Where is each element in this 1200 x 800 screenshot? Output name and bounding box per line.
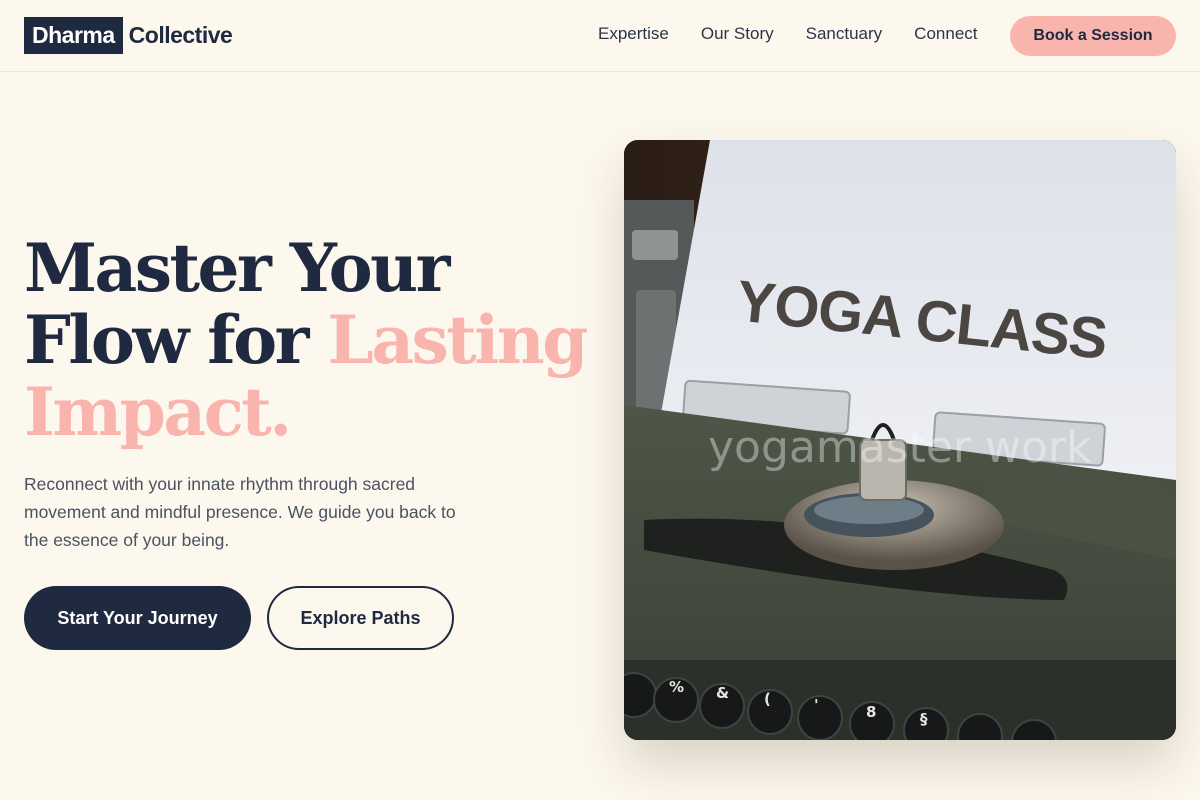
logo[interactable]: Dharma Collective xyxy=(24,17,233,54)
svg-text:': ' xyxy=(814,696,819,714)
hero-subtitle: Reconnect with your innate rhythm throug… xyxy=(24,474,456,550)
hero-title-line1: Master Your xyxy=(24,229,450,307)
explore-paths-button[interactable]: Explore Paths xyxy=(267,586,454,650)
logo-mark: Dharma xyxy=(24,17,123,54)
hero-image: YOGA CLASS % & (' 8 § yogamaster work xyxy=(624,140,1176,740)
book-session-button[interactable]: Book a Session xyxy=(1010,16,1176,56)
image-watermark: yogamaster work xyxy=(708,422,1092,473)
svg-text:§: § xyxy=(920,710,928,728)
logo-wordmark: Collective xyxy=(128,22,233,48)
hero-title: Master Your Flow for Lasting Impact. xyxy=(24,232,594,448)
nav-item-connect[interactable]: Connect xyxy=(914,24,977,44)
start-journey-button[interactable]: Start Your Journey xyxy=(24,586,251,650)
nav-item-expertise[interactable]: Expertise xyxy=(598,24,669,44)
svg-text:8: 8 xyxy=(866,703,876,721)
hero-title-accent-b: Impact. xyxy=(24,373,292,451)
svg-text:(: ( xyxy=(764,690,771,708)
site-header: Dharma Collective Expertise Our Story Sa… xyxy=(0,0,1200,72)
hero-title-accent-a: Lasting xyxy=(327,301,588,379)
svg-text:%: % xyxy=(669,678,684,696)
nav-item-our-story[interactable]: Our Story xyxy=(701,24,774,44)
hero-title-line2: Flow for xyxy=(24,301,328,379)
svg-text:&: & xyxy=(716,684,729,702)
typewriter-illustration: YOGA CLASS % & (' 8 § yogamaster work xyxy=(624,140,1176,740)
main-nav: Expertise Our Story Sanctuary Connect xyxy=(598,24,978,44)
nav-item-sanctuary[interactable]: Sanctuary xyxy=(806,24,883,44)
